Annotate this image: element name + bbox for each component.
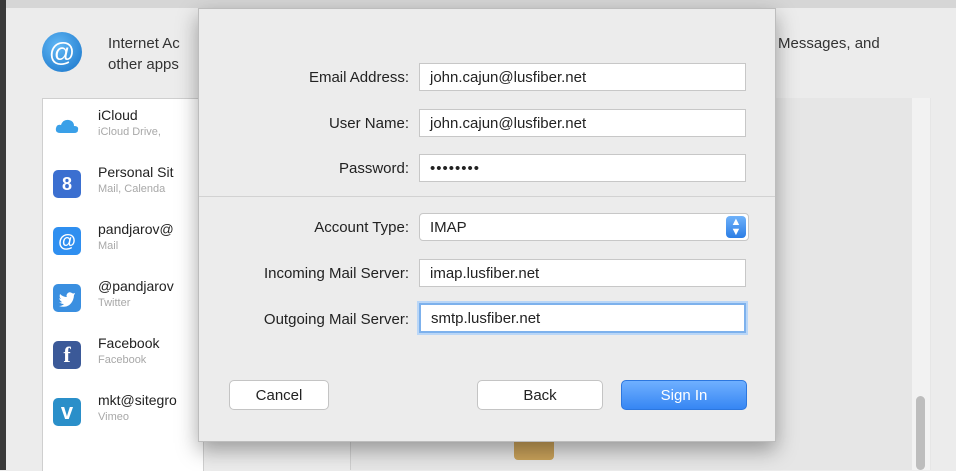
account-name: @pandjarov [98,278,174,294]
account-type-label: Account Type: [314,219,409,236]
account-type-value: IMAP [430,219,467,236]
accounts-list: iCloud iCloud Drive, 8 Personal Sit Mail… [42,98,204,471]
account-subtitle: Twitter [98,297,131,309]
outgoing-server-label: Outgoing Mail Server: [263,311,409,328]
window-top-frame [0,0,956,8]
account-name: pandjarov@ [98,221,174,237]
account-item-icloud[interactable]: iCloud iCloud Drive, [43,99,203,154]
account-name: Personal Sit [98,164,174,180]
section-divider [199,196,775,197]
account-name: Facebook [98,335,160,351]
account-item-twitter[interactable]: @pandjarov Twitter [43,270,203,325]
cancel-button[interactable]: Cancel [229,380,329,410]
icloud-icon [53,113,81,141]
email-address-label: Email Address: [308,69,409,86]
at-icon: @ [53,227,81,255]
email-address-field[interactable]: john.cajun@lusfiber.net [419,63,746,91]
account-name: iCloud [98,107,138,123]
back-button[interactable]: Back [477,380,603,410]
password-field[interactable]: •••••••• [419,154,746,182]
internet-accounts-icon: @ [42,32,82,72]
header-text-line2: other apps [108,56,179,73]
account-name: mkt@sitegro [98,392,177,408]
incoming-server-label: Incoming Mail Server: [263,265,409,282]
facebook-icon: f [53,341,81,369]
password-label: Password: [338,160,409,177]
account-item-personal[interactable]: 8 Personal Sit Mail, Calenda [43,156,203,211]
header-text-right: Messages, and [778,35,880,52]
sign-in-button[interactable]: Sign In [621,380,747,410]
account-subtitle: Mail, Calenda [98,183,166,195]
header-text-line1: Internet Ac [108,35,180,52]
outgoing-server-field[interactable]: smtp.lusfiber.net [419,303,746,333]
account-subtitle: Vimeo [98,411,129,423]
vimeo-icon: v [53,398,81,426]
account-item-facebook[interactable]: f Facebook Facebook [43,327,203,382]
account-type-popup[interactable]: IMAP ▲ ▼ [419,213,749,241]
mail-account-sheet: Email Address: john.cajun@lusfiber.net U… [198,8,776,442]
incoming-server-field[interactable]: imap.lusfiber.net [419,259,746,287]
chevron-up-down-icon: ▲ ▼ [726,216,746,238]
account-subtitle: Mail [98,240,119,252]
user-name-label: User Name: [328,115,409,132]
scrollbar-thumb[interactable] [916,396,925,470]
account-subtitle: Facebook [98,354,147,366]
account-item-pandjarov-mail[interactable]: @ pandjarov@ Mail [43,213,203,268]
account-subtitle: iCloud Drive, [98,126,161,138]
account-item-vimeo[interactable]: v mkt@sitegro Vimeo [43,384,203,439]
user-name-field[interactable]: john.cajun@lusfiber.net [419,109,746,137]
twitter-icon [53,284,81,312]
google-icon: 8 [53,170,81,198]
